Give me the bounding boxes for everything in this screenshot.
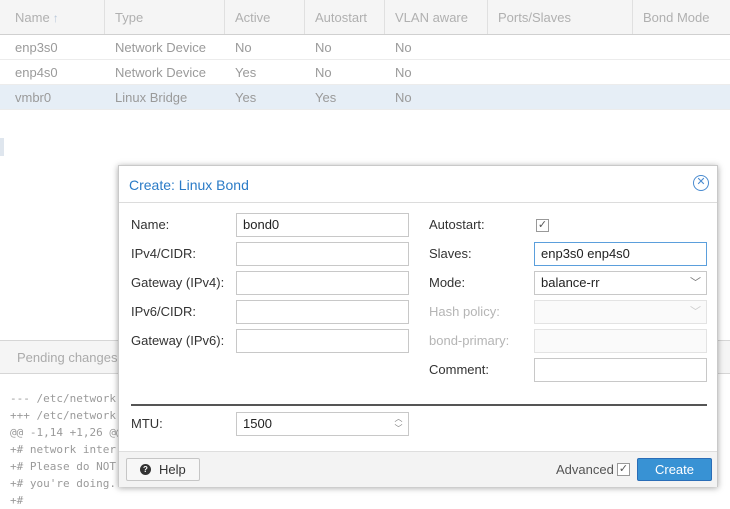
section-divider bbox=[131, 404, 707, 406]
ipv6-cidr-field[interactable] bbox=[236, 300, 409, 324]
gateway-ipv4-field[interactable] bbox=[236, 271, 409, 295]
help-button-label: Help bbox=[159, 462, 186, 477]
create-button[interactable]: Create bbox=[637, 458, 712, 481]
diff-line: +# bbox=[10, 494, 24, 507]
dialog-footer: ? Help Advanced ✓ Create bbox=[119, 451, 717, 487]
ipv6-label: IPv6/CIDR: bbox=[131, 304, 197, 319]
cell-active: Yes bbox=[235, 65, 257, 80]
mtu-label: MTU: bbox=[131, 416, 163, 431]
bond-primary-field bbox=[534, 329, 707, 353]
ipv4-cidr-field[interactable] bbox=[236, 242, 409, 266]
hash-policy-select: ﹀ bbox=[534, 300, 707, 324]
ipv4-label: IPv4/CIDR: bbox=[131, 246, 197, 261]
help-button[interactable]: ? Help bbox=[126, 458, 200, 481]
cell-autostart: No bbox=[315, 40, 332, 55]
close-icon[interactable]: ✕ bbox=[693, 175, 709, 191]
table-row[interactable]: enp4s0 Network Device Yes No No bbox=[0, 60, 730, 85]
table-row[interactable]: enp3s0 Network Device No No No bbox=[0, 35, 730, 60]
pending-changes-title: Pending changes bbox=[17, 350, 118, 365]
dialog-title: Create: Linux Bond bbox=[129, 177, 249, 193]
name-field[interactable]: bond0 bbox=[236, 213, 409, 237]
cell-vlan-aware: No bbox=[395, 65, 412, 80]
cell-vlan-aware: No bbox=[395, 90, 412, 105]
gateway-ipv6-field[interactable] bbox=[236, 329, 409, 353]
question-icon: ? bbox=[140, 464, 151, 475]
cell-name: vmbr0 bbox=[15, 90, 52, 105]
checkmark-icon: ✓ bbox=[618, 463, 629, 475]
mtu-value: 1500 bbox=[243, 416, 272, 431]
mtu-spinner[interactable]: 1500 ︿ ﹀ bbox=[236, 412, 409, 436]
table-row[interactable]: vmbr0 Linux Bridge Yes Yes No bbox=[0, 85, 730, 110]
comment-label: Comment: bbox=[429, 362, 489, 377]
gateway-ipv4-label: Gateway (IPv4): bbox=[131, 275, 225, 290]
column-header-autostart[interactable]: Autostart bbox=[305, 0, 385, 34]
column-header-vlan-aware[interactable]: VLAN aware bbox=[385, 0, 488, 34]
chevron-down-icon: ﹀ bbox=[690, 306, 701, 318]
column-header-bond-mode[interactable]: Bond Mode bbox=[633, 0, 730, 34]
gateway-ipv6-label: Gateway (IPv6): bbox=[131, 333, 225, 348]
row-edge-marker bbox=[0, 138, 4, 156]
column-header-name[interactable]: Name ↑ bbox=[5, 0, 105, 34]
checkmark-icon: ✓ bbox=[537, 219, 548, 231]
name-label: Name: bbox=[131, 217, 170, 232]
comment-field[interactable] bbox=[534, 358, 707, 382]
cell-active: Yes bbox=[235, 90, 257, 105]
bond-primary-label: bond-primary: bbox=[429, 333, 510, 348]
cell-active: No bbox=[235, 40, 252, 55]
spinner-arrows-icon[interactable]: ︿ ﹀ bbox=[394, 414, 403, 434]
column-header-type[interactable]: Type bbox=[105, 0, 225, 34]
chevron-down-icon[interactable]: ﹀ bbox=[690, 272, 701, 294]
cell-type: Network Device bbox=[115, 40, 207, 55]
advanced-label: Advanced bbox=[556, 462, 614, 477]
hash-policy-label: Hash policy: bbox=[429, 304, 500, 319]
mode-value: balance-rr bbox=[541, 275, 600, 290]
autostart-label: Autostart: bbox=[429, 217, 485, 232]
create-linux-bond-dialog: Create: Linux Bond ✕ Name: bond0 IPv4/CI… bbox=[118, 165, 718, 487]
cell-type: Linux Bridge bbox=[115, 90, 188, 105]
slaves-field[interactable]: enp3s0 enp4s0 bbox=[534, 242, 707, 266]
advanced-checkbox[interactable]: ✓ bbox=[617, 463, 630, 476]
autostart-checkbox[interactable]: ✓ bbox=[536, 219, 549, 232]
cell-type: Network Device bbox=[115, 65, 207, 80]
slaves-label: Slaves: bbox=[429, 246, 472, 261]
dialog-header[interactable]: Create: Linux Bond ✕ bbox=[119, 166, 717, 203]
cell-autostart: Yes bbox=[315, 90, 337, 105]
cell-name: enp4s0 bbox=[15, 65, 58, 80]
cell-vlan-aware: No bbox=[395, 40, 412, 55]
grid-header: Name ↑ Type Active Autostart VLAN aware P… bbox=[0, 0, 730, 35]
sort-ascending-icon: ↑ bbox=[52, 11, 59, 25]
mode-select[interactable]: balance-rr ﹀ bbox=[534, 271, 707, 295]
cell-autostart: No bbox=[315, 65, 332, 80]
column-header-ports-slaves[interactable]: Ports/Slaves bbox=[488, 0, 633, 34]
mode-label: Mode: bbox=[429, 275, 466, 290]
cell-name: enp3s0 bbox=[15, 40, 58, 55]
column-header-active[interactable]: Active bbox=[225, 0, 305, 34]
